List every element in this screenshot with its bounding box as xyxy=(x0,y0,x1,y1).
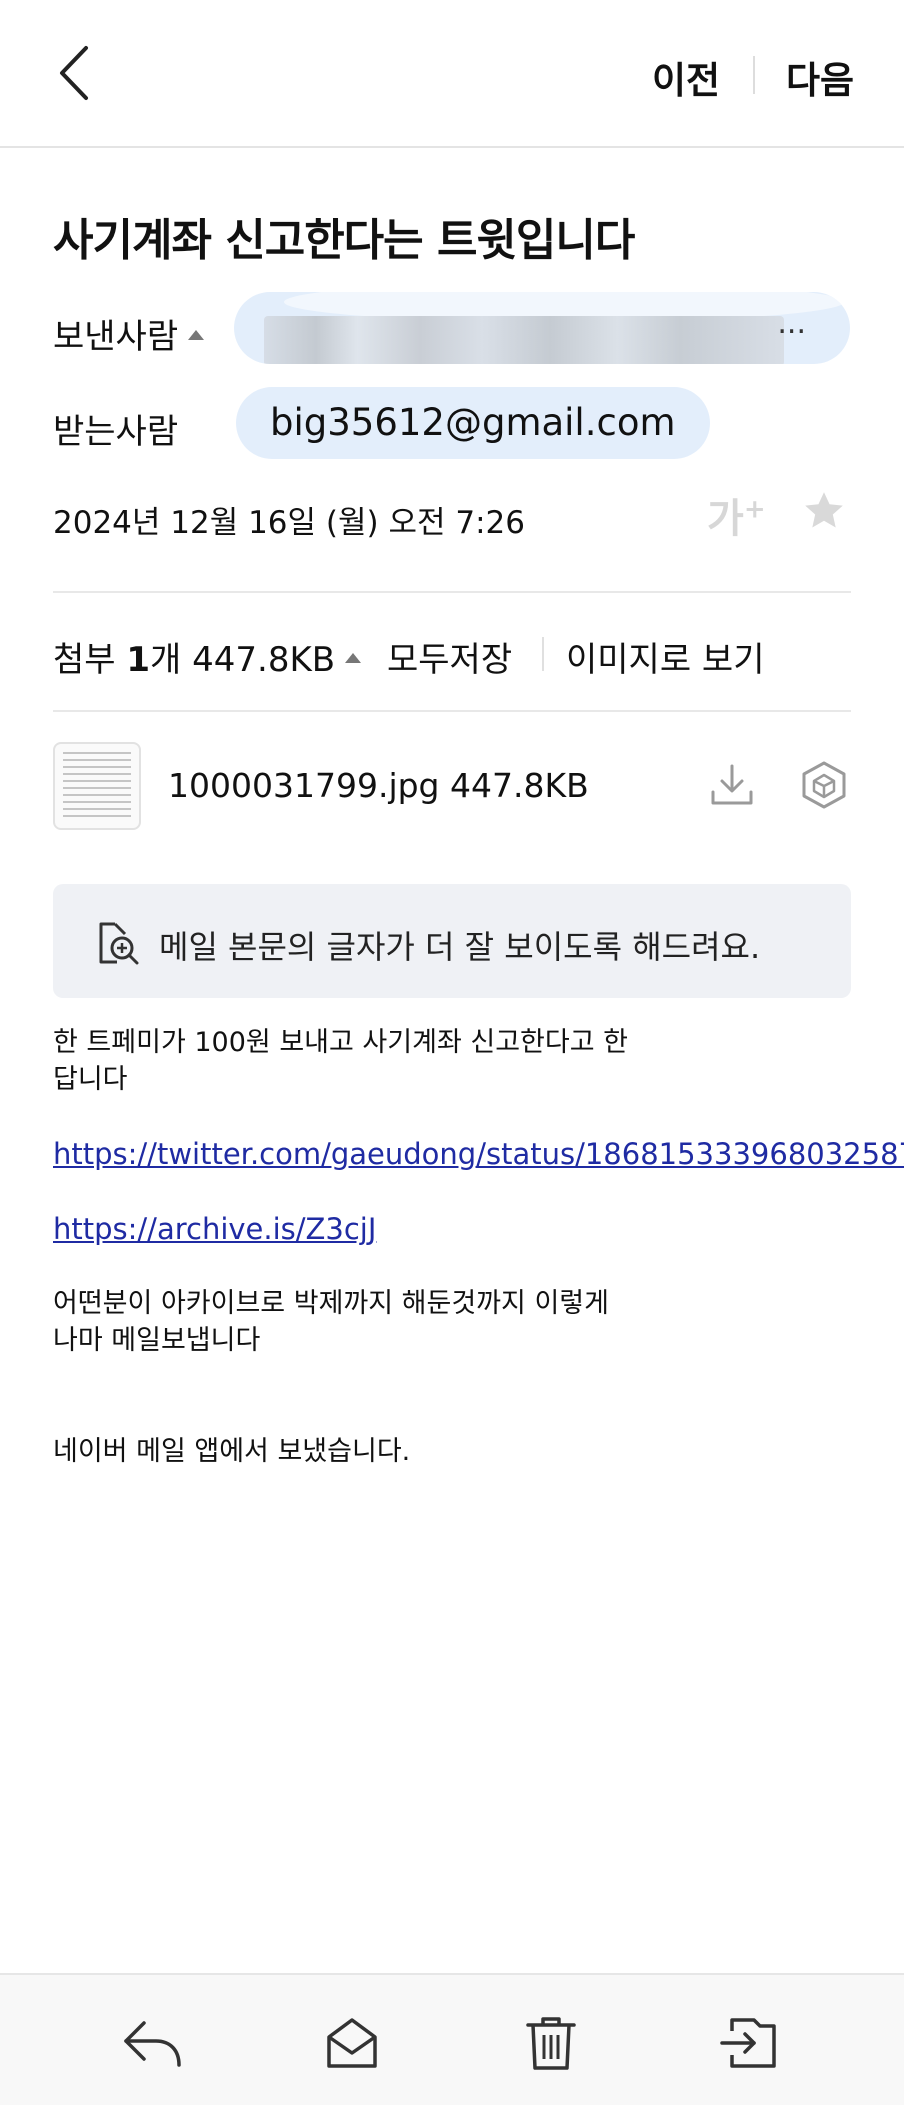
body-line: 나마 메일보냅니다 xyxy=(53,1325,261,1356)
star-button[interactable] xyxy=(801,488,847,534)
view-as-image-button[interactable]: 이미지로 보기 xyxy=(566,632,765,681)
divider xyxy=(53,710,851,712)
sender-chip[interactable]: ... xyxy=(234,292,850,364)
delete-button[interactable] xyxy=(520,2015,582,2071)
attachment-count-suffix: 개 xyxy=(150,640,182,680)
back-button[interactable] xyxy=(52,42,102,104)
back-chevron-icon xyxy=(60,46,88,100)
prev-mail-button[interactable]: 이전 xyxy=(652,50,720,104)
reply-button[interactable] xyxy=(122,2015,184,2071)
envelope-open-icon xyxy=(327,2018,377,2068)
sender-ellipsis: ... xyxy=(777,306,806,341)
bottom-action-bar xyxy=(0,1973,904,2105)
body-line: 어떤분이 아카이브로 박제까지 해둔것까지 이렇게 xyxy=(53,1288,609,1319)
attachment-file-size: 447.8KB xyxy=(450,766,589,805)
caret-up-icon xyxy=(345,652,362,663)
body-paragraph-1: 한 트페미가 100원 보내고 사기계좌 신고한다고 한 답니다 xyxy=(53,1024,628,1098)
reply-icon xyxy=(124,2021,181,2067)
font-size-plus: + xyxy=(743,494,766,525)
body-line: 한 트페미가 100원 보내고 사기계좌 신고한다고 한 xyxy=(53,1027,628,1058)
move-button[interactable] xyxy=(718,2015,780,2071)
mail-signature: 네이버 메일 앱에서 보냈습니다. xyxy=(53,1436,411,1467)
nav-divider xyxy=(753,56,755,94)
recipient-label: 받는사람 xyxy=(53,412,179,452)
sender-label: 보낸사람 xyxy=(53,317,179,357)
body-paragraph-2: 어떤분이 아카이브로 박제까지 해둔것까지 이렇게 나마 메일보냅니다 xyxy=(53,1285,609,1359)
attachment-count: 1 xyxy=(126,640,151,680)
body-link-archive[interactable]: https://archive.is/Z3cjJ xyxy=(53,1212,376,1246)
attachment-total-size: 447.8KB xyxy=(192,640,336,680)
mark-unread-button[interactable] xyxy=(321,2015,383,2071)
sender-label-toggle[interactable]: 보낸사람 xyxy=(53,309,205,358)
body-line: 답니다 xyxy=(53,1064,128,1095)
thumbnail-image xyxy=(63,752,131,820)
mail-subject: 사기계좌 신고한다는 트윗입니다 xyxy=(53,215,635,266)
download-icon xyxy=(711,764,753,805)
attachment-summary-toggle[interactable]: 첨부 1개 447.8KB xyxy=(53,632,362,681)
top-bar: 이전 다음 xyxy=(0,0,904,148)
redacted-sender xyxy=(264,316,784,364)
box-icon xyxy=(802,761,846,809)
move-folder-icon xyxy=(720,2018,776,2068)
save-to-cloud-button[interactable] xyxy=(801,760,847,810)
font-size-glyph: 가 xyxy=(707,496,744,542)
attachment-label: 첨부 xyxy=(53,640,116,680)
font-banner-text: 메일 본문의 글자가 더 잘 보이도록 해드려요. xyxy=(159,928,761,966)
recipient-chip[interactable]: big35612@gmail.com xyxy=(236,387,710,459)
zoom-document-icon xyxy=(95,920,141,966)
next-mail-button[interactable]: 다음 xyxy=(786,50,854,104)
attachment-thumbnail[interactable] xyxy=(53,742,141,830)
download-button[interactable] xyxy=(709,762,755,808)
attachment-file-name: 1000031799.jpg xyxy=(168,766,440,805)
star-icon xyxy=(805,492,843,528)
divider xyxy=(53,591,851,593)
attachment-file[interactable]: 1000031799.jpg 447.8KB xyxy=(168,766,589,805)
mail-date: 2024년 12월 16일 (월) 오전 7:26 xyxy=(53,505,525,541)
caret-up-icon xyxy=(188,329,205,340)
save-all-button[interactable]: 모두저장 xyxy=(387,632,512,681)
trash-icon xyxy=(526,2017,576,2070)
attachment-divider xyxy=(542,637,544,671)
font-size-button[interactable]: 가+ xyxy=(707,486,766,544)
font-size-suggestion-banner[interactable]: 메일 본문의 글자가 더 잘 보이도록 해드려요. xyxy=(53,884,851,998)
body-link-twitter[interactable]: https://twitter.com/gaeudong/status/1868… xyxy=(53,1137,904,1171)
